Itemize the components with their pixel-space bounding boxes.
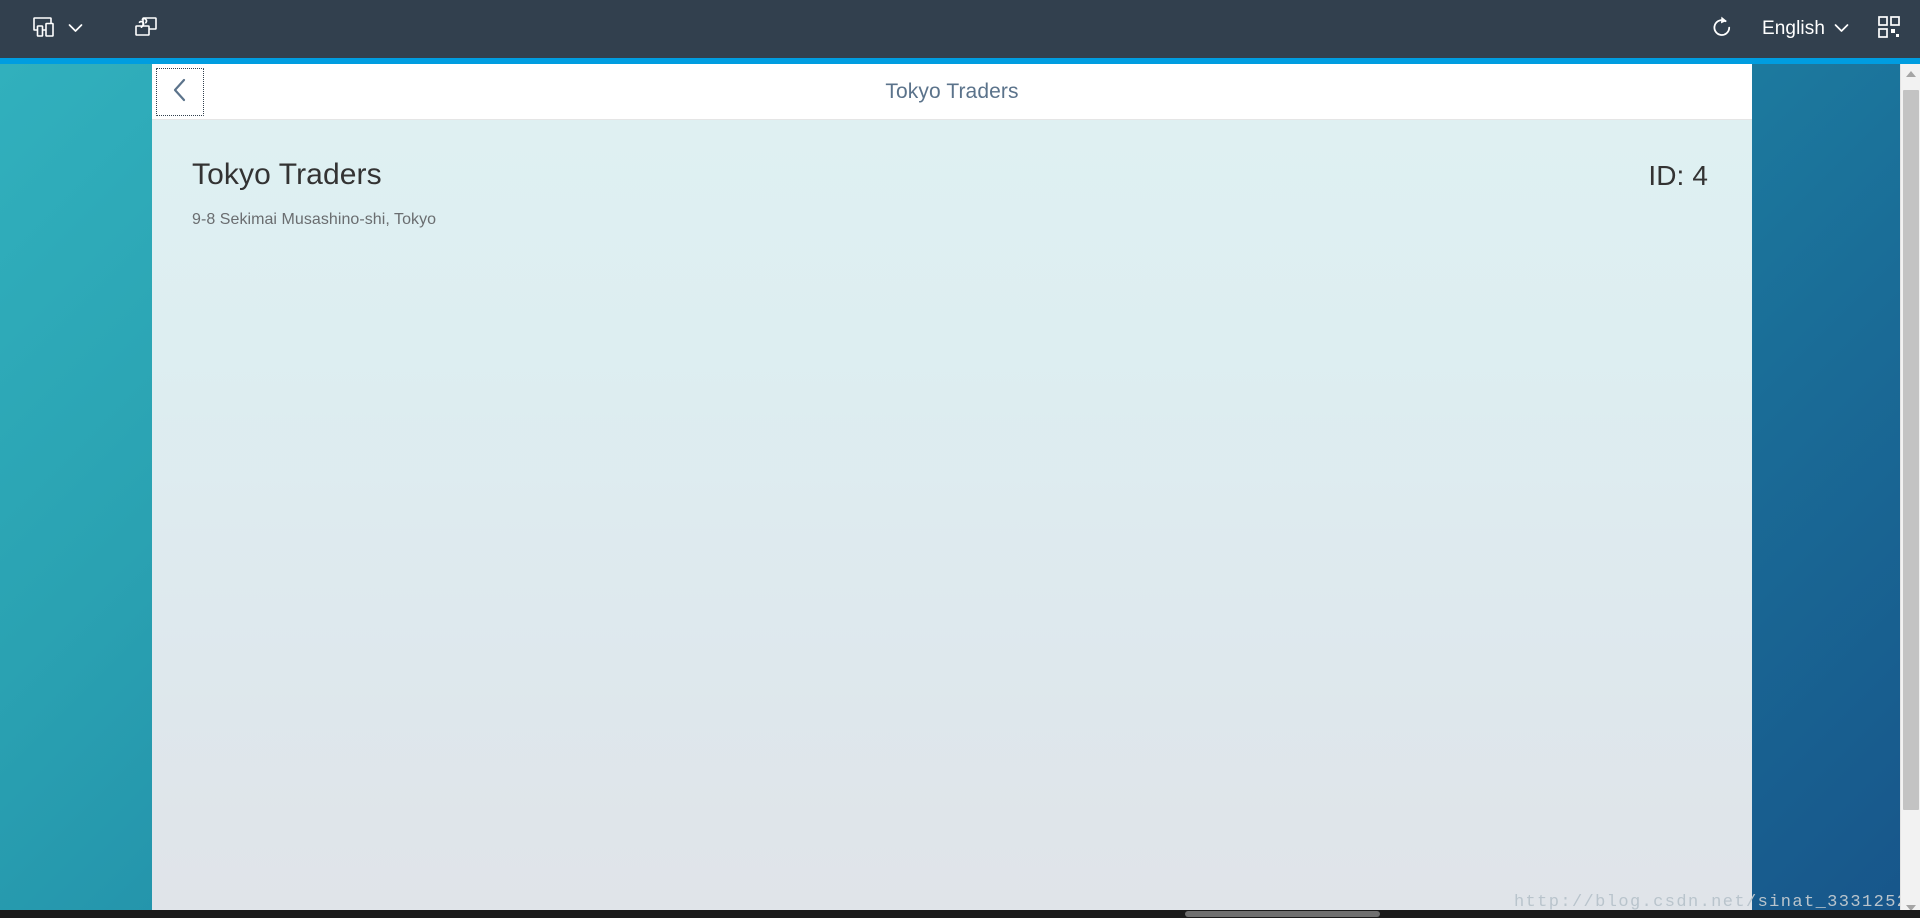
scroll-up-button[interactable]	[1901, 64, 1920, 84]
app-container: Tokyo Traders Tokyo Traders 9-8 Sekimai …	[152, 64, 1752, 918]
page-header: Tokyo Traders	[152, 64, 1752, 120]
toolbar-accent-line	[0, 58, 1920, 64]
language-label: English	[1761, 18, 1825, 39]
back-button[interactable]	[156, 68, 204, 116]
qr-code-icon	[1877, 15, 1901, 44]
devices-icon	[33, 16, 59, 42]
horizontal-scrollbar[interactable]	[0, 910, 1920, 918]
toolbar-right-group: English	[1699, 0, 1912, 58]
link-copy-icon	[133, 15, 159, 44]
object-header-id: ID: 4	[1648, 160, 1708, 191]
device-preview-button[interactable]	[22, 7, 94, 51]
refresh-button[interactable]	[1699, 7, 1745, 51]
toolbar-left-group	[0, 7, 170, 51]
object-header-left: Tokyo Traders 9-8 Sekimai Musashino-shi,…	[192, 158, 436, 229]
object-header-title: Tokyo Traders	[192, 158, 382, 191]
share-link-button[interactable]	[122, 7, 170, 51]
page-title: Tokyo Traders	[885, 79, 1019, 103]
horizontal-scroll-thumb[interactable]	[1185, 911, 1380, 917]
object-header: Tokyo Traders 9-8 Sekimai Musashino-shi,…	[152, 120, 1752, 229]
language-selector[interactable]: English	[1751, 7, 1860, 51]
vertical-scroll-thumb[interactable]	[1903, 90, 1919, 810]
vertical-scrollbar[interactable]	[1900, 64, 1920, 918]
chevron-down-icon	[1834, 20, 1849, 38]
object-header-subtitle: 9-8 Sekimai Musashino-shi, Tokyo	[192, 210, 437, 228]
arrow-up-icon	[1905, 71, 1916, 77]
top-toolbar: English	[0, 0, 1920, 58]
chevron-left-icon	[170, 77, 190, 108]
refresh-icon	[1710, 15, 1734, 44]
chevron-down-icon	[68, 20, 83, 38]
qr-code-button[interactable]	[1866, 7, 1912, 51]
page-content: Tokyo Traders 9-8 Sekimai Musashino-shi,…	[152, 120, 1752, 918]
